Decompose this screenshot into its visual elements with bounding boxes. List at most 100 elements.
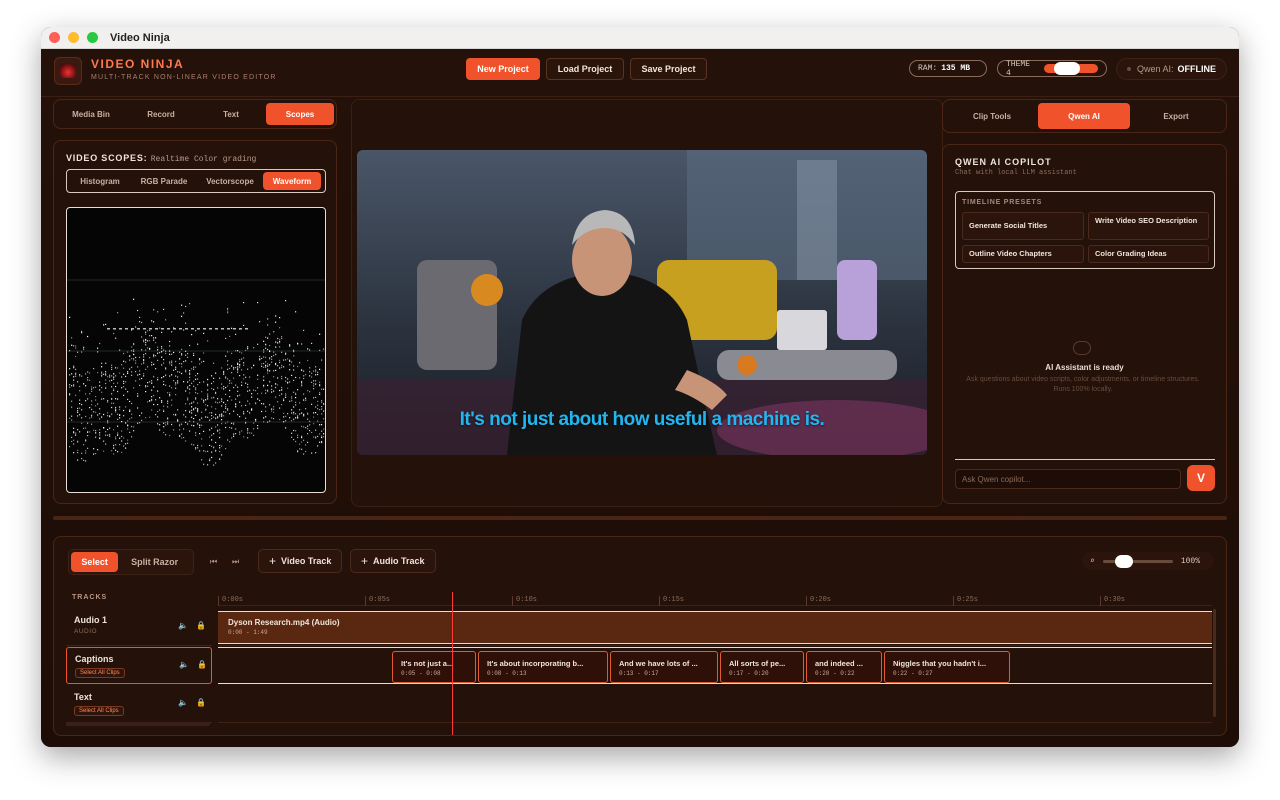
- chat-bubble-icon: [1073, 341, 1091, 355]
- scopes-title: VIDEO SCOPES: Realtime Color grading: [66, 153, 256, 164]
- right-tab-bar: Clip Tools Qwen AI Export: [942, 99, 1227, 133]
- clip-time: 0:22 - 0:27: [893, 670, 933, 677]
- speaker-icon[interactable]: 🔈: [179, 660, 189, 669]
- qwen-status-badge: Qwen AI: OFFLINE: [1115, 58, 1227, 80]
- split-razor-tool-button[interactable]: Split Razor: [118, 552, 191, 572]
- caption-clip[interactable]: All sorts of pe... 0:17 - 0:20: [720, 651, 804, 683]
- clip-label: and indeed ...: [815, 659, 863, 668]
- save-project-button[interactable]: Save Project: [630, 58, 707, 80]
- theme-switcher[interactable]: THEME 4: [997, 59, 1107, 78]
- preview-caption: It's not just about how useful a machine…: [459, 409, 825, 430]
- track-type: AUDIO: [74, 628, 98, 635]
- track-captions[interactable]: Captions Select All Clips 🔈 🔒: [66, 647, 212, 684]
- track-audio-1[interactable]: Audio 1 AUDIO 🔈 🔒: [66, 609, 212, 646]
- theme-label: THEME 4: [1006, 59, 1031, 78]
- add-video-track-button[interactable]: + Video Track: [258, 549, 343, 573]
- minimize-window-icon[interactable]: [68, 32, 79, 43]
- clip-label: It's about incorporating b...: [487, 659, 584, 668]
- preset-color-grading[interactable]: Color Grading Ideas: [1088, 245, 1209, 263]
- timeline-tool-switch: Select Split Razor: [68, 549, 194, 575]
- rewind-icon[interactable]: ⏮: [210, 557, 217, 567]
- app-header: VIDEO NINJA MULTI-TRACK NON-LINEAR VIDEO…: [41, 49, 1239, 97]
- scopes-panel: VIDEO SCOPES: Realtime Color grading His…: [53, 140, 337, 504]
- caption-clip[interactable]: and indeed ... 0:20 - 0:22: [806, 651, 882, 683]
- ruler-tick: 0:25s: [953, 596, 978, 606]
- zoom-slider-knob[interactable]: [1114, 554, 1133, 568]
- preview-panel: It's not just about how useful a machine…: [351, 99, 943, 507]
- timeline-ruler[interactable]: 0:00s 0:05s 0:10s 0:15s 0:20s 0:25s 0:30s: [218, 592, 1212, 606]
- track-list-scrollbar[interactable]: [66, 722, 210, 726]
- select-all-clips-button[interactable]: Select All Clips: [75, 668, 125, 678]
- caption-clip[interactable]: It's about incorporating b... 0:08 - 0:13: [478, 651, 608, 683]
- tab-media-bin[interactable]: Media Bin: [56, 103, 126, 125]
- tab-clip-tools[interactable]: Clip Tools: [946, 103, 1038, 129]
- tab-histogram[interactable]: Histogram: [69, 172, 131, 190]
- timeline-vertical-scrollbar[interactable]: [1213, 609, 1216, 717]
- tab-record[interactable]: Record: [126, 103, 196, 125]
- add-audio-track-button[interactable]: + Audio Track: [350, 549, 436, 573]
- panel-resize-handle[interactable]: [53, 516, 1227, 520]
- ai-ready-title: AI Assistant is ready: [1045, 363, 1124, 372]
- speaker-icon[interactable]: 🔈: [178, 621, 188, 630]
- audio-clip[interactable]: Dyson Research.mp4 (Audio) 0:00 - 1:49: [218, 611, 1212, 644]
- ai-send-button[interactable]: V: [1187, 465, 1215, 491]
- tab-qwen-ai[interactable]: Qwen AI: [1038, 103, 1130, 129]
- zoom-slider[interactable]: [1102, 554, 1173, 568]
- left-tabs: Media Bin Record Text Scopes: [56, 103, 334, 125]
- maximize-window-icon[interactable]: [87, 32, 98, 43]
- tab-text[interactable]: Text: [196, 103, 266, 125]
- status-dot-icon: [1126, 67, 1131, 71]
- theme-slider[interactable]: [1044, 62, 1098, 75]
- ruler-tick: 0:30s: [1100, 596, 1125, 606]
- load-project-button[interactable]: Load Project: [546, 58, 624, 80]
- close-window-icon[interactable]: [49, 32, 60, 43]
- lane-captions: It's not just a... 0:05 - 0:08 It's about …: [218, 647, 1212, 684]
- app-body: VIDEO NINJA MULTI-TRACK NON-LINEAR VIDEO…: [41, 49, 1239, 747]
- presets-label: TIMELINE PRESETS: [962, 199, 1043, 206]
- clip-time: 0:20 - 0:22: [815, 670, 855, 677]
- new-project-button[interactable]: New Project: [466, 58, 540, 80]
- brand: VIDEO NINJA MULTI-TRACK NON-LINEAR VIDEO…: [91, 57, 277, 81]
- ram-label: RAM:: [918, 64, 938, 73]
- ruler-tick: 0:05s: [365, 596, 390, 606]
- track-text[interactable]: Text Select All Clips 🔈 🔒: [66, 686, 212, 723]
- tab-rgb-parade[interactable]: RGB Parade: [131, 172, 197, 190]
- plus-icon: +: [269, 554, 277, 568]
- tab-scopes[interactable]: Scopes: [266, 103, 334, 125]
- select-all-clips-button[interactable]: Select All Clips: [74, 706, 124, 716]
- preset-social-titles[interactable]: Generate Social Titles: [962, 212, 1084, 240]
- clip-time: 0:17 - 0:20: [729, 670, 769, 677]
- ram-value: 135 MB: [941, 64, 971, 73]
- ai-input-divider: [955, 459, 1215, 460]
- caption-clip[interactable]: And we have lots of ... 0:13 - 0:17: [610, 651, 718, 683]
- speaker-icon[interactable]: 🔈: [178, 698, 188, 707]
- caption-clip[interactable]: Niggles that you hadn't i... 0:22 - 0:27: [884, 651, 1010, 683]
- track-name: Audio 1: [74, 615, 107, 625]
- lock-icon[interactable]: 🔒: [197, 660, 207, 669]
- ai-chat-input[interactable]: Ask Qwen copilot...: [955, 469, 1181, 489]
- ninja-logo-icon: [54, 57, 82, 85]
- add-audio-track-label: Audio Track: [373, 556, 425, 566]
- tab-waveform[interactable]: Waveform: [263, 172, 321, 190]
- clip-time: 0:00 - 1:49: [228, 629, 268, 636]
- ai-copilot-panel: QWEN AI COPILOT Chat with local LLM assi…: [942, 144, 1227, 504]
- zoom-value: 100%: [1180, 556, 1201, 566]
- preset-seo-description[interactable]: Write Video SEO Description: [1088, 212, 1209, 240]
- caption-clip[interactable]: It's not just a... 0:05 - 0:08: [392, 651, 476, 683]
- ruler-tick: 0:10s: [512, 596, 537, 606]
- playhead[interactable]: [452, 602, 453, 735]
- scopes-subtitle: Realtime Color grading: [150, 155, 257, 164]
- preset-video-chapters[interactable]: Outline Video Chapters: [962, 245, 1084, 263]
- brand-subtitle: MULTI-TRACK NON-LINEAR VIDEO EDITOR: [91, 74, 277, 81]
- tab-vectorscope[interactable]: Vectorscope: [197, 172, 263, 190]
- video-preview[interactable]: It's not just about how useful a machine…: [357, 150, 927, 455]
- lock-icon[interactable]: 🔒: [196, 698, 206, 707]
- left-tab-bar: Media Bin Record Text Scopes: [53, 99, 337, 129]
- ai-title: QWEN AI COPILOT: [955, 157, 1052, 167]
- clip-label: It's not just a...: [401, 659, 454, 668]
- fast-forward-icon[interactable]: ⏭: [232, 557, 239, 567]
- theme-slider-knob[interactable]: [1054, 62, 1081, 75]
- lock-icon[interactable]: 🔒: [196, 621, 206, 630]
- select-tool-button[interactable]: Select: [71, 552, 119, 572]
- tab-export[interactable]: Export: [1130, 103, 1222, 129]
